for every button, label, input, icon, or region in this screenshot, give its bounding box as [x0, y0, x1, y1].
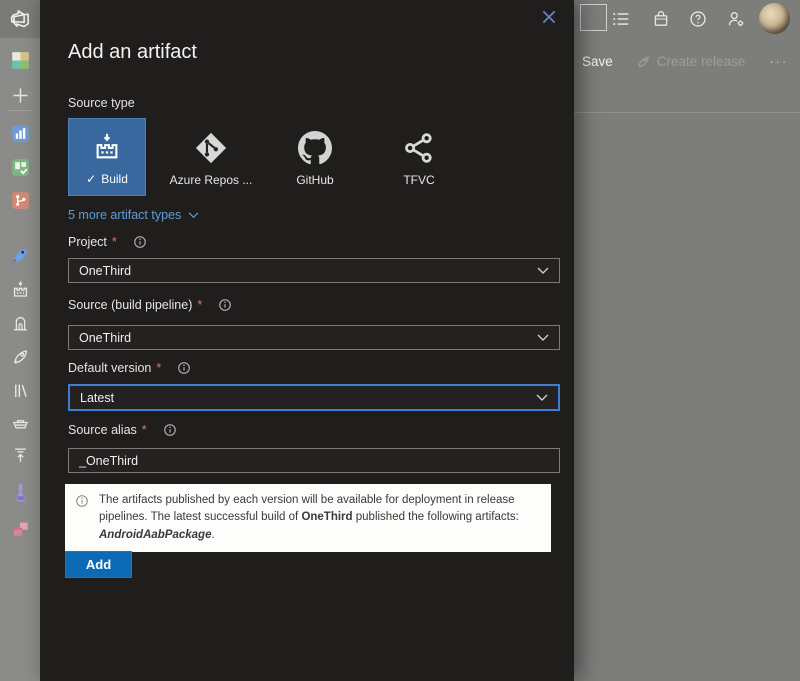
sidebar-item-releases[interactable]	[0, 345, 40, 367]
sidebar-item-deployment-groups[interactable]	[0, 443, 40, 465]
source-type-azure-repos[interactable]: Azure Repos ...	[172, 118, 250, 198]
info-icon[interactable]	[133, 235, 147, 249]
info-icon[interactable]	[177, 361, 191, 375]
azure-repos-icon	[193, 130, 229, 166]
project-label: Project	[68, 235, 107, 249]
sidebar-divider	[9, 110, 31, 111]
info-text-part3: .	[211, 529, 214, 541]
header-divider	[574, 112, 800, 113]
tile-label-azure-repos: Azure Repos ...	[170, 173, 253, 187]
default-version-value: Latest	[80, 391, 536, 405]
project-avatar[interactable]	[0, 49, 40, 71]
source-alias-input[interactable]	[79, 454, 549, 468]
add-project-icon[interactable]	[0, 84, 40, 106]
required-asterisk: *	[112, 235, 117, 249]
rocket-icon	[636, 54, 651, 69]
default-version-label-row: Default version *	[68, 360, 191, 376]
project-value: OneThird	[79, 264, 537, 278]
tile-label-tfvc: TFVC	[403, 173, 434, 187]
sidebar-item-pipelines[interactable]	[0, 243, 40, 265]
tile-label-github: GitHub	[296, 173, 333, 187]
project-dropdown[interactable]: OneThird	[68, 258, 560, 283]
build-icon	[89, 129, 125, 165]
artifact-info-text: The artifacts published by each version …	[99, 492, 539, 544]
info-text-build-name: OneThird	[301, 511, 352, 523]
panel-title: Add an artifact	[68, 41, 197, 64]
source-label-row: Source (build pipeline) *	[68, 297, 232, 313]
github-icon	[297, 130, 333, 166]
artifact-info-box: The artifacts published by each version …	[65, 484, 551, 552]
chevron-down-icon	[188, 212, 199, 219]
search-input[interactable]	[580, 4, 607, 31]
sidebar-item-environments[interactable]	[0, 312, 40, 334]
app-sidebar	[0, 0, 40, 681]
add-button[interactable]: Add	[65, 551, 132, 578]
sidebar-item-library[interactable]	[0, 379, 40, 401]
source-alias-label-row: Source alias *	[68, 422, 177, 438]
source-alias-label: Source alias	[68, 423, 137, 437]
close-icon[interactable]	[540, 8, 558, 26]
source-alias-field	[68, 448, 560, 473]
azure-devops-logo[interactable]	[0, 0, 40, 38]
sidebar-item-test-plans[interactable]	[0, 481, 40, 503]
sidebar-item-task-groups[interactable]	[0, 411, 40, 433]
add-artifact-panel: Add an artifact Source type ✓ Build	[40, 0, 574, 681]
sidebar-item-overview[interactable]	[0, 122, 40, 144]
source-dropdown[interactable]: OneThird	[68, 325, 560, 350]
sidebar-item-repos[interactable]	[0, 189, 40, 211]
source-type-github[interactable]: GitHub	[276, 118, 354, 198]
app-root: Save Create release ···	[0, 0, 800, 681]
save-button[interactable]: Save	[582, 54, 613, 69]
more-artifact-types-label: 5 more artifact types	[68, 208, 181, 222]
source-type-tfvc[interactable]: TFVC	[380, 118, 458, 198]
source-type-label: Source type	[68, 96, 135, 110]
source-label: Source (build pipeline)	[68, 298, 192, 312]
sidebar-item-boards[interactable]	[0, 156, 40, 178]
check-icon: ✓	[86, 172, 96, 186]
more-artifact-types-link[interactable]: 5 more artifact types	[68, 208, 199, 222]
create-release-label: Create release	[657, 54, 746, 69]
sidebar-item-builds[interactable]	[0, 278, 40, 300]
tile-label-build: Build	[101, 172, 128, 186]
source-type-tiles: ✓ Build Azure Repos ...	[68, 118, 484, 198]
chevron-down-icon	[536, 394, 548, 402]
info-text-artifact-name: AndroidAabPackage	[99, 529, 211, 541]
default-version-label: Default version	[68, 361, 151, 375]
user-avatar[interactable]	[759, 3, 790, 34]
tfvc-icon	[401, 130, 437, 166]
sidebar-item-artifacts[interactable]	[0, 517, 40, 539]
pipeline-toolbar: Save Create release ···	[582, 51, 788, 71]
required-asterisk: *	[197, 298, 202, 312]
help-icon[interactable]	[689, 10, 707, 28]
list-icon[interactable]	[612, 10, 630, 28]
required-asterisk: *	[142, 423, 147, 437]
chevron-down-icon	[537, 334, 549, 342]
info-icon[interactable]	[163, 423, 177, 437]
info-icon	[75, 494, 89, 508]
chevron-down-icon	[537, 267, 549, 275]
more-actions-button[interactable]: ···	[769, 54, 788, 69]
marketplace-bag-icon[interactable]	[652, 10, 670, 28]
info-text-part2: published the following artifacts:	[353, 511, 519, 523]
required-asterisk: *	[156, 361, 161, 375]
create-release-button[interactable]: Create release	[636, 54, 746, 69]
project-label-row: Project *	[68, 234, 147, 250]
info-icon[interactable]	[218, 298, 232, 312]
source-type-build[interactable]: ✓ Build	[68, 118, 146, 196]
default-version-dropdown[interactable]: Latest	[68, 384, 560, 411]
user-settings-icon[interactable]	[727, 10, 745, 28]
source-value: OneThird	[79, 331, 537, 345]
